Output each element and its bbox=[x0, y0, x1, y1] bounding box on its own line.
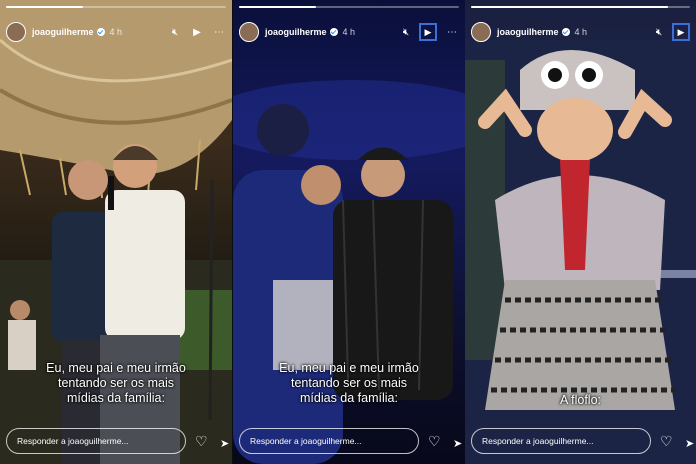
verified-badge-icon bbox=[329, 28, 338, 36]
story-progress-bar bbox=[471, 6, 690, 8]
verified-badge-icon bbox=[561, 28, 570, 36]
story-panel-3[interactable]: joaoguilherme 4 h 🔇︎ ▶ A floflo: Respond… bbox=[465, 0, 696, 464]
story-progress-bar bbox=[239, 6, 459, 8]
story-caption: A floflo: bbox=[475, 393, 686, 408]
reply-input[interactable]: Responder a joaoguilherme... bbox=[239, 428, 419, 454]
caption-line: tentando ser os mais bbox=[290, 376, 408, 390]
story-progress-fill bbox=[239, 6, 316, 8]
caption-line: mídias da família: bbox=[67, 391, 165, 405]
send-icon[interactable]: ➤ bbox=[685, 437, 694, 450]
caption-line: A floflo: bbox=[560, 393, 601, 407]
post-time: 4 h bbox=[342, 27, 356, 37]
send-icon[interactable]: ➤ bbox=[220, 437, 229, 450]
heart-icon[interactable]: ♡ bbox=[428, 433, 441, 450]
speaker-muted-icon[interactable]: 🔇︎ bbox=[168, 27, 182, 38]
people-singing-photo bbox=[0, 144, 232, 464]
verified-badge-icon bbox=[96, 28, 105, 36]
send-icon[interactable]: ➤ bbox=[453, 437, 462, 450]
avatar[interactable] bbox=[239, 22, 259, 42]
play-icon[interactable]: ▶ bbox=[672, 23, 690, 41]
story-panel-2[interactable]: joaoguilherme 4 h 🔇︎ ▶ ⋯ Eu, meu pai e m… bbox=[233, 0, 465, 464]
story-caption: Eu, meu pai e meu irmão tentando ser os … bbox=[243, 361, 455, 406]
avatar[interactable] bbox=[6, 22, 26, 42]
heart-icon[interactable]: ♡ bbox=[660, 433, 673, 450]
username[interactable]: joaoguilherme bbox=[265, 27, 327, 37]
heart-icon[interactable]: ♡ bbox=[195, 433, 208, 450]
more-icon[interactable]: ⋯ bbox=[445, 27, 459, 38]
story-panel-1[interactable]: joaoguilherme 4 h 🔇︎ ▶ ⋯ Eu, meu pai e m… bbox=[0, 0, 232, 464]
post-time: 4 h bbox=[109, 27, 123, 37]
play-icon[interactable]: ▶ bbox=[190, 27, 204, 38]
story-progress-fill bbox=[6, 6, 83, 8]
speaker-muted-icon[interactable]: 🔇︎ bbox=[652, 27, 666, 38]
speaker-muted-icon[interactable]: 🔇︎ bbox=[399, 27, 413, 38]
story-header: joaoguilherme 4 h 🔇︎ ▶ bbox=[471, 20, 690, 44]
reply-input[interactable]: Responder a joaoguilherme... bbox=[471, 428, 651, 454]
story-progress-fill bbox=[471, 6, 669, 8]
story-header: joaoguilherme 4 h 🔇︎ ▶ ⋯ bbox=[6, 20, 226, 44]
username[interactable]: joaoguilherme bbox=[32, 27, 94, 37]
story-header: joaoguilherme 4 h 🔇︎ ▶ ⋯ bbox=[239, 20, 459, 44]
caption-line: Eu, meu pai e meu irmão bbox=[279, 361, 419, 375]
username[interactable]: joaoguilherme bbox=[497, 27, 559, 37]
caption-line: Eu, meu pai e meu irmão bbox=[46, 361, 186, 375]
play-icon[interactable]: ▶ bbox=[419, 23, 437, 41]
story-progress-bar bbox=[6, 6, 226, 8]
avatar[interactable] bbox=[471, 22, 491, 42]
post-time: 4 h bbox=[574, 27, 588, 37]
caption-line: tentando ser os mais bbox=[57, 376, 175, 390]
story-caption: Eu, meu pai e meu irmão tentando ser os … bbox=[10, 361, 222, 406]
reply-input[interactable]: Responder a joaoguilherme... bbox=[6, 428, 186, 454]
caption-line: mídias da família: bbox=[300, 391, 398, 405]
more-icon[interactable]: ⋯ bbox=[212, 27, 226, 38]
